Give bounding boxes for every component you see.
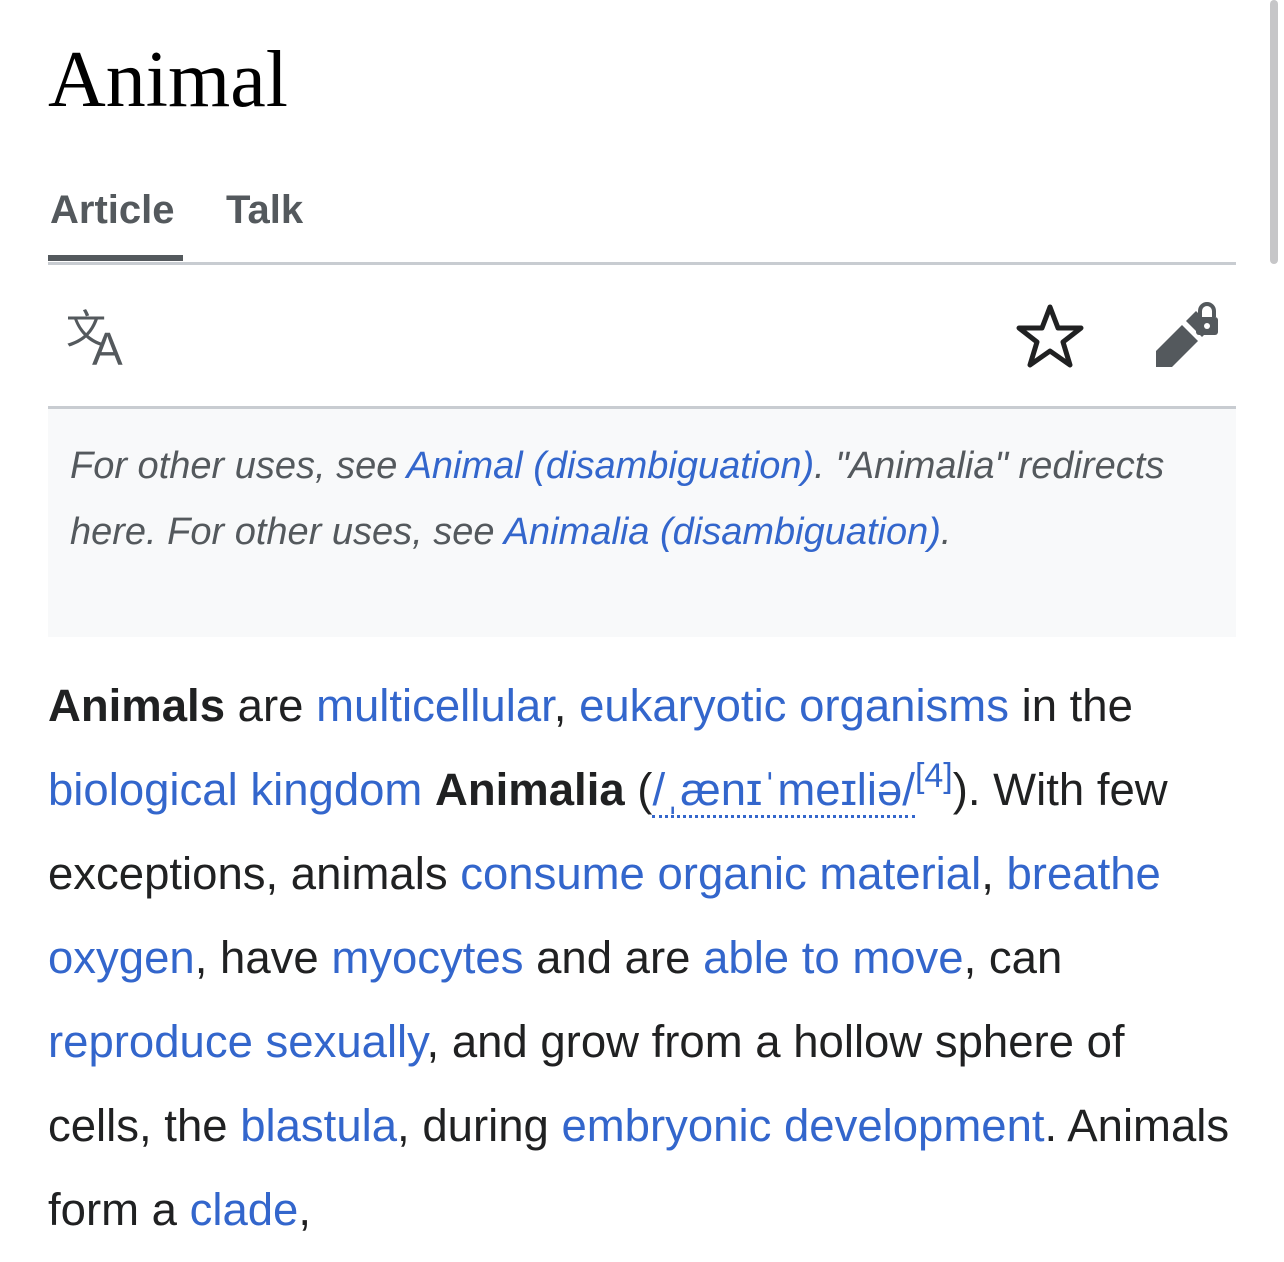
link-ipa[interactable]: /ˌænɪˈmeɪliə/ <box>652 764 915 818</box>
star-icon[interactable] <box>1016 303 1084 371</box>
link-blastula[interactable]: blastula <box>240 1100 397 1151</box>
bold-term-animalia: Animalia <box>435 764 625 815</box>
link-eukaryotic-organisms[interactable]: eukaryotic organisms <box>579 680 1009 731</box>
scrollbar[interactable] <box>1270 0 1278 264</box>
body-text: in the <box>1008 680 1133 731</box>
link-multicellular[interactable]: multicellular <box>316 680 554 731</box>
link-myocytes[interactable]: myocytes <box>331 932 523 983</box>
body-text: , <box>981 848 1007 899</box>
hatnote: For other uses, see Animal (disambiguati… <box>48 409 1236 637</box>
hatnote-text: . <box>940 511 952 553</box>
body-text: , <box>298 1184 312 1235</box>
body-text: ( <box>624 764 653 815</box>
locked-edit-icon[interactable] <box>1152 299 1224 369</box>
lead-paragraph: Animals are multicellular, eukaryotic or… <box>48 664 1236 1252</box>
body-text <box>422 764 435 815</box>
bold-term-animals: Animals <box>48 680 226 731</box>
tab-article[interactable]: Article <box>50 186 175 234</box>
body-text: , during <box>397 1100 562 1151</box>
body-text: , have <box>194 932 332 983</box>
body-text: and are <box>523 932 704 983</box>
link-embryonic-development[interactable]: embryonic development <box>561 1100 1044 1151</box>
link-consume-organic-material[interactable]: consume organic material <box>460 848 981 899</box>
selected-tab-indicator <box>48 255 183 261</box>
page-actions-toolbar: 文 A <box>48 263 1236 409</box>
svg-text:A: A <box>92 323 123 369</box>
reference-link[interactable]: [4] <box>915 757 953 795</box>
link-animal-disambiguation[interactable]: Animal (disambiguation) <box>407 445 815 487</box>
tab-talk[interactable]: Talk <box>226 186 303 234</box>
page-tabs: Article Talk <box>48 178 1236 265</box>
body-text: are <box>225 680 317 731</box>
hatnote-text: For other uses, see <box>70 445 407 487</box>
link-reproduce-sexually[interactable]: reproduce sexually <box>48 1016 427 1067</box>
ipa-pronunciation: /ˌænɪˈmeɪliə/ <box>652 764 915 818</box>
body-text: , <box>553 680 580 731</box>
body-text: , can <box>963 932 1063 983</box>
link-animalia-disambiguation[interactable]: Animalia (disambiguation) <box>504 511 941 553</box>
link-biological-kingdom[interactable]: biological kingdom <box>48 764 422 815</box>
link-able-to-move[interactable]: able to move <box>703 932 964 983</box>
link-clade[interactable]: clade <box>190 1184 299 1235</box>
page-title: Animal <box>48 36 288 124</box>
translate-icon[interactable]: 文 A <box>64 305 134 375</box>
